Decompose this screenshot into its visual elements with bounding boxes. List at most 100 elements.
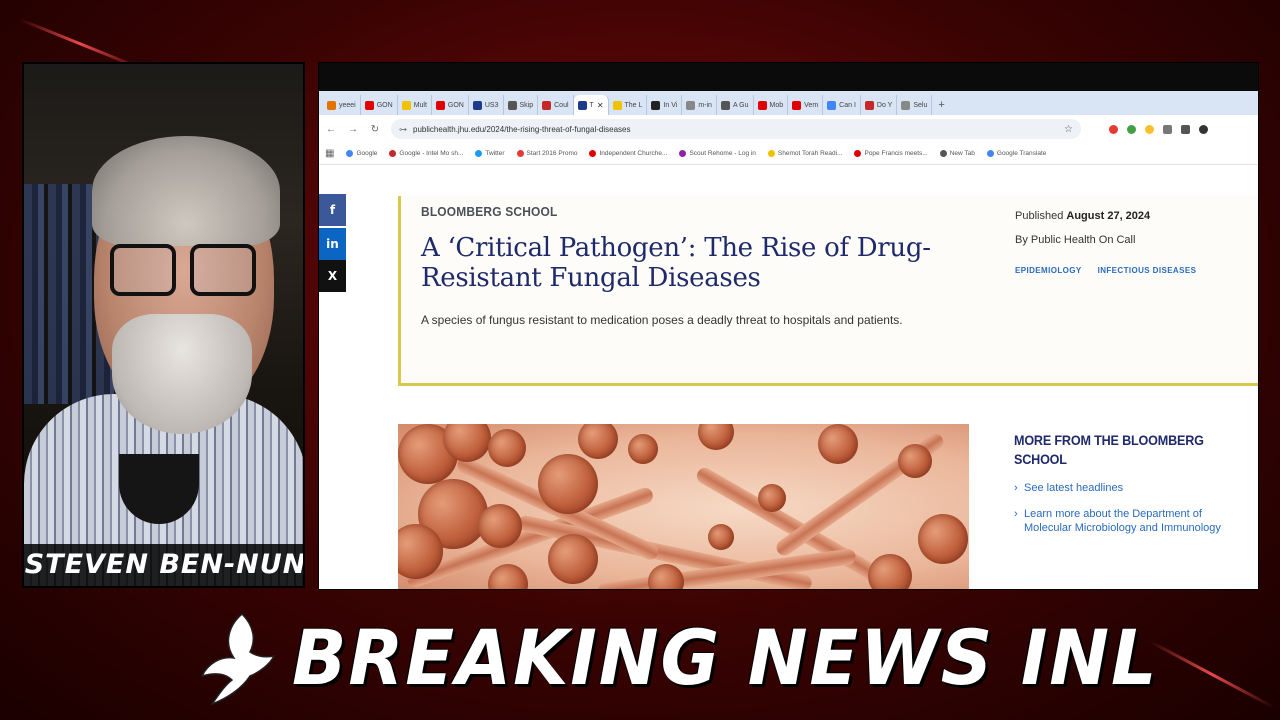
browser-tab[interactable]: GON (432, 95, 469, 115)
x-share-icon[interactable]: X (319, 260, 346, 292)
fungal-cell (698, 424, 734, 450)
sidebar-link-headlines[interactable]: See latest headlines (1014, 481, 1244, 496)
bookmark-item[interactable]: Scout Rehome - Log in (679, 150, 756, 157)
article-eyebrow[interactable]: BLOOMBERG SCHOOL (421, 204, 558, 219)
bookmark-item[interactable]: Google - Intel Mo sh... (389, 150, 463, 157)
tag-epidemiology[interactable]: EPIDEMIOLOGY (1015, 266, 1082, 275)
tag-infectious-diseases[interactable]: INFECTIOUS DISEASES (1098, 266, 1197, 275)
tab-favicon-icon (651, 100, 661, 110)
browser-tab[interactable]: GON (361, 95, 398, 115)
light-streak (623, 0, 644, 2)
back-icon[interactable]: ← (325, 124, 337, 135)
bookmark-label: Google - Intel Mo sh... (399, 150, 464, 157)
url-text: publichealth.jhu.edu/2024/the-rising-thr… (413, 124, 631, 134)
bookmark-item[interactable]: Google (346, 150, 377, 157)
url-field[interactable]: ⊶ publichealth.jhu.edu/2024/the-rising-t… (391, 119, 1081, 139)
tab-label: m-in (698, 101, 712, 109)
bookmark-item[interactable]: New Tab (939, 150, 975, 157)
bookmark-favicon-icon (679, 150, 687, 157)
browser-tab[interactable]: m-in (682, 95, 717, 115)
sidebar-link-department[interactable]: Learn more about the Department of Molec… (1014, 507, 1244, 536)
tab-label: Can I (839, 101, 856, 109)
tab-label: Skip (519, 101, 534, 109)
tab-favicon-icon (435, 100, 445, 110)
tab-label: The L (624, 101, 643, 109)
eyeglasses (110, 244, 260, 300)
bookmark-item[interactable]: Shemot Torah Readi... (767, 150, 843, 157)
bookmark-item[interactable]: Pope Francis meets... (854, 150, 928, 157)
bookmark-label: Start 2016 Promo (526, 150, 578, 157)
browser-tab[interactable]: Selu (897, 95, 933, 115)
browser-tab[interactable]: yeeei (323, 95, 361, 115)
published-label: Published (1015, 210, 1064, 222)
browser-tab[interactable]: In Vi (647, 95, 683, 115)
browser-tab[interactable]: T ✕ (573, 95, 609, 115)
browser-tab[interactable]: A Gu (717, 95, 754, 115)
bookmark-item[interactable]: Independent Churche... (589, 150, 667, 157)
bookmark-label: Pope Francis meets... (864, 150, 928, 157)
tab-favicon-icon (472, 100, 482, 110)
extensions-area (1109, 124, 1208, 134)
bookmark-favicon-icon (516, 150, 524, 157)
presenter-webcam: STEVEN BEN-NUN (22, 62, 305, 588)
tab-label: yeeei (339, 101, 356, 109)
article-headline: A ‘Critical Pathogen’: The Rise of Drug-… (421, 233, 931, 293)
bookmark-label: Google Translate (996, 150, 1047, 157)
extension-icon[interactable] (1109, 124, 1118, 134)
bookmark-label: New Tab (949, 150, 975, 157)
fungal-cell (898, 444, 932, 478)
article-dek: A species of fungus resistant to medicat… (421, 313, 903, 327)
reload-icon[interactable]: ↻ (369, 124, 381, 135)
tab-favicon-icon (864, 100, 874, 110)
fungal-cell (478, 504, 522, 548)
browser-tab[interactable]: Do Y (861, 95, 898, 115)
bookmark-star-icon[interactable]: ☆ (1064, 124, 1073, 135)
bookmark-label: Shemot Torah Readi... (777, 150, 843, 157)
browser-tab[interactable]: Can I (823, 95, 861, 115)
bookmark-item[interactable]: Start 2016 Promo (516, 150, 578, 157)
bookmark-label: Independent Churche... (599, 150, 668, 157)
forward-icon[interactable]: → (347, 124, 359, 135)
fungal-cell (708, 524, 734, 550)
browser-tab[interactable]: The L (609, 95, 648, 115)
browser-tab[interactable]: Skip (504, 95, 539, 115)
tab-label: US3 (484, 101, 499, 109)
tab-favicon-icon (507, 100, 517, 110)
browser-tab[interactable]: Mult (398, 95, 432, 115)
browser-tab[interactable]: Mob (754, 95, 789, 115)
bookmark-item[interactable]: Twitter (475, 150, 505, 157)
bookmark-label: Scout Rehome - Log in (689, 150, 756, 157)
bookmark-item[interactable]: Google Translate (986, 150, 1047, 157)
fungus-microscope-image (398, 424, 969, 589)
linkedin-share-icon[interactable]: in (319, 228, 346, 260)
browser-tab[interactable]: Coul (538, 95, 574, 115)
facebook-share-icon[interactable]: f (319, 194, 346, 226)
apps-grid-icon[interactable]: ▦ (325, 148, 334, 159)
channel-banner-title: BREAKING NEWS INL (292, 613, 1159, 702)
tab-favicon-icon (327, 100, 336, 110)
tab-strip: yeeei GON Mult GON US3 Skip Coul T ✕ The L In Vi m-… (319, 91, 1258, 115)
bookmark-favicon-icon (589, 150, 597, 157)
tab-favicon-icon (827, 100, 837, 110)
tab-favicon-icon (542, 100, 552, 110)
extension-icon[interactable] (1145, 124, 1154, 134)
sidebar-heading: MORE FROM THE BLOOMBERG SCHOOL (1014, 432, 1204, 467)
close-tab-icon[interactable]: ✕ (597, 101, 604, 110)
tab-favicon-icon (792, 100, 802, 110)
tab-favicon-icon (720, 100, 730, 110)
fungal-cell (488, 564, 528, 589)
new-tab-button[interactable]: + (932, 95, 950, 115)
fungal-cell (648, 564, 684, 589)
profile-icon[interactable] (1199, 124, 1208, 134)
browser-tab[interactable]: US3 (469, 95, 504, 115)
tab-label: Vem (804, 101, 819, 109)
bookmark-favicon-icon (767, 150, 775, 157)
browser-tab[interactable]: Vem (788, 95, 824, 115)
fungal-cell (578, 424, 618, 459)
bookmark-favicon-icon (389, 150, 397, 157)
extension-icon[interactable] (1127, 124, 1136, 134)
tab-favicon-icon (612, 100, 622, 110)
sidebar-icon[interactable] (1181, 124, 1190, 134)
puzzle-icon[interactable] (1163, 124, 1172, 134)
site-info-icon[interactable]: ⊶ (399, 125, 407, 134)
